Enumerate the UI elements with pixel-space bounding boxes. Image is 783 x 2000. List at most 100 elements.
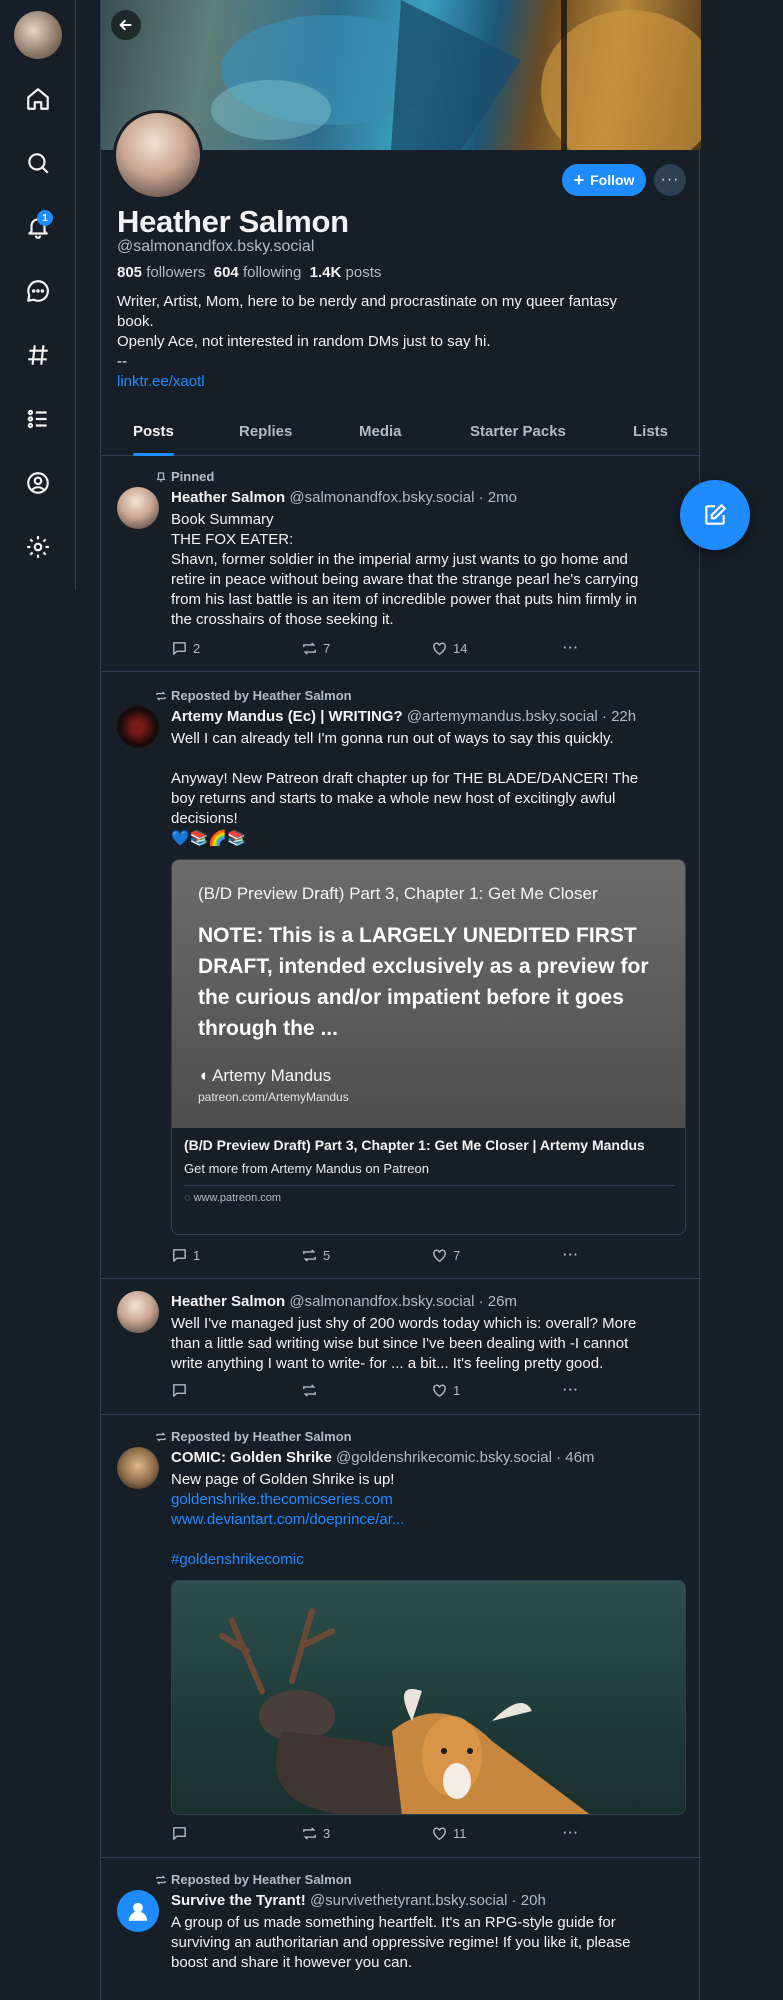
like-button[interactable]: 14 <box>431 640 467 657</box>
home-icon[interactable] <box>19 80 57 118</box>
repost-button[interactable]: 5 <box>301 1247 330 1264</box>
reply-icon <box>173 642 186 655</box>
main-column: + Follow ··· Heather Salmon @salmonandfo… <box>100 0 701 2000</box>
notifications-bell-icon[interactable]: 1 <box>19 208 57 246</box>
followers-stat[interactable]: 805 followers <box>117 264 205 281</box>
back-button[interactable] <box>111 10 141 40</box>
tab-lists[interactable]: Lists <box>633 412 668 456</box>
follow-button[interactable]: + Follow <box>562 164 646 196</box>
author-name[interactable]: Survive the Tyrant! <box>171 1892 306 1909</box>
post-actions: 1 ··· <box>171 1382 686 1402</box>
embed-title: (B/D Preview Draft) Part 3, Chapter 1: G… <box>184 1137 645 1153</box>
embed-domain: ◌ www.patreon.com <box>184 1192 282 1204</box>
search-icon[interactable] <box>19 144 57 182</box>
reply-button[interactable] <box>171 1382 193 1399</box>
avatar[interactable] <box>117 1447 159 1489</box>
like-button[interactable]: 1 <box>431 1382 460 1399</box>
repost-icon <box>156 1432 166 1441</box>
post-link[interactable]: goldenshrike.thecomicseries.com <box>171 1491 393 1508</box>
plus-icon: + <box>573 170 585 190</box>
author-name[interactable]: Heather Salmon <box>171 1293 285 1310</box>
profile-icon[interactable] <box>19 464 57 502</box>
post-time: · 46m <box>556 1449 595 1466</box>
following-stat[interactable]: 604 following <box>214 264 302 281</box>
repost-icon <box>156 1875 166 1884</box>
avatar[interactable] <box>117 1890 159 1932</box>
compose-pencil-icon <box>705 504 726 525</box>
my-avatar[interactable] <box>14 11 62 59</box>
author-handle[interactable]: @salmonandfox.bsky.social <box>289 489 474 506</box>
reply-icon <box>173 1249 186 1262</box>
bio-link[interactable]: linktr.ee/xaotl <box>117 373 205 390</box>
post-text: Well I can already tell I'm gonna run ou… <box>171 730 639 847</box>
post-text: Well I've managed just shy of 200 words … <box>171 1315 637 1372</box>
repost-button[interactable]: 7 <box>301 640 330 657</box>
post-more-button[interactable]: ··· <box>563 1382 579 1397</box>
post-header: Heather Salmon @salmonandfox.bsky.social… <box>171 1293 517 1310</box>
avatar[interactable] <box>117 487 159 529</box>
post-item[interactable]: Reposted by Heather Salmon Survive the T… <box>101 1858 701 2000</box>
tab-media[interactable]: Media <box>359 412 402 456</box>
post-more-button[interactable]: ··· <box>563 1247 579 1262</box>
post-header: COMIC: Golden Shrike @goldenshrikecomic.… <box>171 1449 594 1466</box>
post-actions: 2 7 14 ··· <box>171 640 686 660</box>
ellipsis-icon: ··· <box>660 171 680 188</box>
repost-icon <box>303 1249 316 1262</box>
lists-icon[interactable] <box>19 400 57 438</box>
like-button[interactable]: 7 <box>431 1247 460 1264</box>
post-link[interactable]: www.deviantart.com/doeprince/ar... <box>171 1511 404 1528</box>
post-more-button[interactable]: ··· <box>563 1825 579 1840</box>
feeds-hashtag-icon[interactable] <box>19 336 57 374</box>
repost-button[interactable]: 3 <box>301 1825 330 1842</box>
profile-tabs: Posts Replies Media Starter Packs Lists <box>101 412 701 456</box>
embed-info: (B/D Preview Draft) Part 3, Chapter 1: G… <box>172 1128 685 1212</box>
chat-icon[interactable] <box>19 272 57 310</box>
author-handle[interactable]: @survivethetyrant.bsky.social <box>310 1892 508 1909</box>
post-time: · 2mo <box>478 489 517 506</box>
profile-handle: @salmonandfox.bsky.social <box>117 238 315 255</box>
author-handle[interactable]: @goldenshrikecomic.bsky.social <box>336 1449 552 1466</box>
reply-button[interactable]: 2 <box>171 640 200 657</box>
repost-icon <box>303 1827 316 1840</box>
post-more-button[interactable]: ··· <box>563 640 579 655</box>
tab-posts[interactable]: Posts <box>133 412 174 456</box>
post-actions: 3 11 ··· <box>171 1825 686 1845</box>
author-handle[interactable]: @artemymandus.bsky.social <box>407 708 598 725</box>
settings-gear-icon[interactable] <box>19 528 57 566</box>
embed-description: Get more from Artemy Mandus on Patreon <box>184 1161 429 1176</box>
globe-icon: ◌ <box>184 1192 191 1204</box>
reply-icon <box>173 1827 186 1840</box>
post-image[interactable] <box>171 1580 686 1815</box>
post-text: A group of us made something heartfelt. … <box>171 1914 631 1971</box>
arrow-left-icon <box>119 19 132 31</box>
default-avatar-icon <box>128 1902 148 1921</box>
post-header: Artemy Mandus (Ec) | WRITING? @artemyman… <box>171 708 636 725</box>
profile-avatar[interactable] <box>113 110 203 200</box>
repost-button[interactable] <box>301 1382 323 1399</box>
tab-starter-packs[interactable]: Starter Packs <box>470 412 566 456</box>
link-embed-card[interactable]: (B/D Preview Draft) Part 3, Chapter 1: G… <box>171 859 686 1235</box>
post-item[interactable]: Pinned Heather Salmon @salmonandfox.bsky… <box>101 457 701 672</box>
repost-indicator: Reposted by Heather Salmon <box>155 1872 352 1887</box>
post-item[interactable]: Reposted by Heather Salmon Artemy Mandus… <box>101 672 701 1279</box>
repost-icon <box>303 1384 316 1397</box>
reply-button[interactable] <box>171 1825 193 1842</box>
author-name[interactable]: COMIC: Golden Shrike <box>171 1449 332 1466</box>
post-time: · 22h <box>601 708 637 725</box>
author-name[interactable]: Heather Salmon <box>171 489 285 506</box>
author-handle[interactable]: @salmonandfox.bsky.social <box>289 1293 474 1310</box>
post-item[interactable]: Reposted by Heather Salmon COMIC: Golden… <box>101 1415 701 1858</box>
compose-post-button[interactable] <box>680 480 750 550</box>
avatar[interactable] <box>117 1291 159 1333</box>
tab-replies[interactable]: Replies <box>239 412 292 456</box>
like-button[interactable]: 11 <box>431 1825 467 1842</box>
more-options-button[interactable]: ··· <box>654 164 686 196</box>
deer-illustration <box>219 1608 590 1814</box>
avatar[interactable] <box>117 706 159 748</box>
hashtag-link[interactable]: #goldenshrikecomic <box>171 1551 304 1568</box>
reply-button[interactable]: 1 <box>171 1247 200 1264</box>
post-item[interactable]: Heather Salmon @salmonandfox.bsky.social… <box>101 1279 701 1415</box>
author-name[interactable]: Artemy Mandus (Ec) | WRITING? <box>171 708 403 725</box>
profile-bio: Writer, Artist, Mom, here to be nerdy an… <box>117 293 617 390</box>
repost-indicator: Reposted by Heather Salmon <box>155 688 352 703</box>
